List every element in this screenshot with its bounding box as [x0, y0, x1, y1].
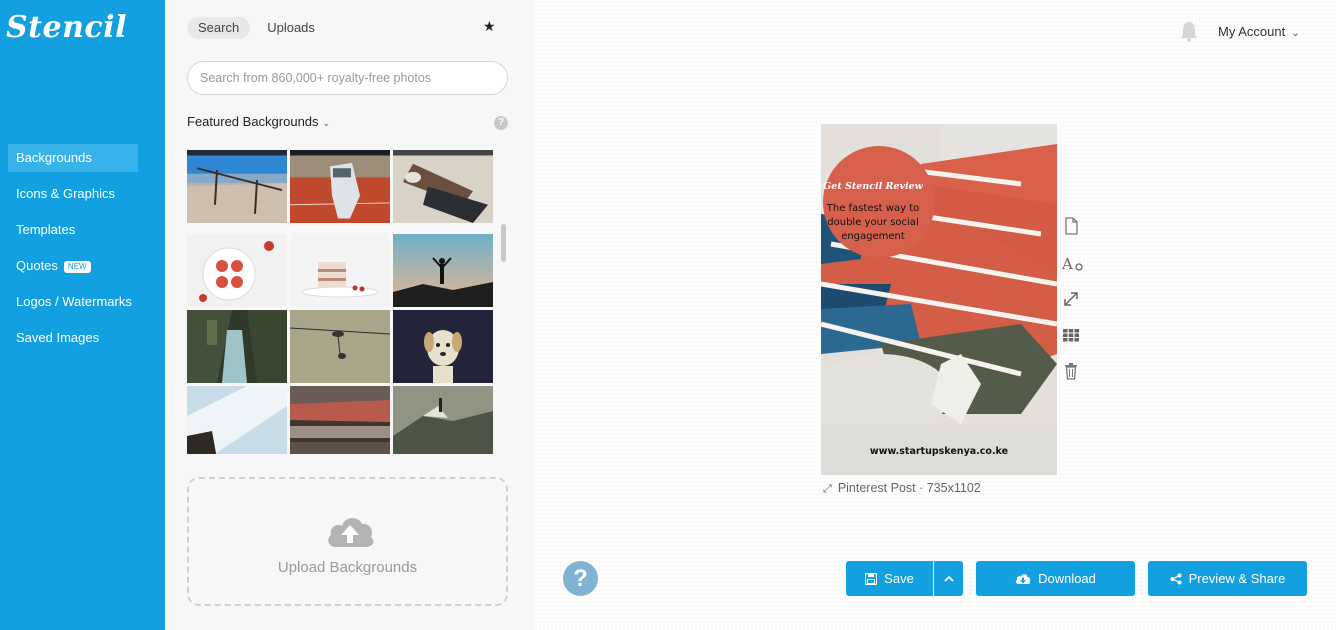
upload-label: Upload Backgrounds	[277, 559, 418, 576]
floppy-icon	[865, 572, 878, 585]
search-input[interactable]	[187, 61, 508, 95]
svg-text:A: A	[1062, 255, 1073, 273]
upload-backgrounds-dropzone[interactable]: Upload Backgrounds	[187, 477, 508, 606]
share-icon	[1170, 573, 1182, 584]
cloud-download-icon	[1016, 573, 1031, 584]
asset-panel: Search Uploads ★ Featured Backgrounds⌄ ?	[165, 0, 534, 630]
design-url-text[interactable]: www.startupskenya.co.ke	[821, 446, 1057, 457]
sidebar-item-label: Icons & Graphics	[16, 186, 115, 201]
design-title-text[interactable]: Get Stencil Review	[821, 181, 925, 192]
design-canvas[interactable]: Get Stencil Review The fastest way to do…	[821, 124, 1057, 475]
share-label: Preview & Share	[1188, 571, 1286, 586]
sidebar-item-templates[interactable]: Templates	[8, 216, 158, 244]
app-logo[interactable]: Stencil	[6, 10, 127, 45]
save-label: Save	[884, 571, 914, 586]
sidebar-item-quotes[interactable]: Quotes NEW	[8, 252, 158, 280]
account-label: My Account	[1218, 24, 1286, 39]
canvas-size-label: Pinterest Post · 735x1102	[837, 481, 981, 495]
resize-icon[interactable]	[1062, 290, 1080, 308]
background-thumbnail[interactable]	[393, 150, 493, 223]
design-subtitle-text[interactable]: The fastest way to double your social en…	[821, 202, 925, 244]
sidebar-item-label: Quotes	[16, 258, 58, 273]
new-badge: NEW	[63, 261, 91, 273]
sidebar-item-label: Logos / Watermarks	[16, 294, 132, 309]
sidebar: Stencil Backgrounds Icons & Graphics Tem…	[0, 0, 165, 630]
sidebar-item-backgrounds[interactable]: Backgrounds	[8, 144, 138, 172]
page-icon[interactable]	[1062, 217, 1080, 235]
background-thumbnail[interactable]	[187, 386, 287, 454]
design-background-image	[821, 124, 1057, 475]
grid-scrollbar[interactable]	[499, 150, 507, 454]
background-thumbnail[interactable]	[187, 310, 287, 383]
sidebar-item-label: Backgrounds	[16, 150, 92, 165]
background-thumbnail[interactable]	[393, 234, 493, 307]
section-title: Featured Backgrounds	[187, 114, 319, 129]
background-thumbnail[interactable]	[290, 310, 390, 383]
background-thumbnail[interactable]	[187, 150, 287, 223]
bell-icon[interactable]	[1180, 20, 1198, 42]
text-icon[interactable]: A	[1062, 255, 1084, 273]
chevron-down-icon: ⌄	[322, 118, 331, 128]
featured-backgrounds-dropdown[interactable]: Featured Backgrounds ⌄	[187, 114, 330, 129]
grid-scrollbar-thumb[interactable]	[501, 224, 506, 262]
trash-icon[interactable]	[1062, 362, 1080, 380]
save-options-button[interactable]	[934, 561, 963, 596]
my-account-menu[interactable]: My Account ⌄	[1218, 24, 1300, 39]
sidebar-item-saved-images[interactable]: Saved Images	[8, 324, 158, 352]
background-thumbnail[interactable]	[290, 386, 390, 454]
question-icon[interactable]: ?	[494, 116, 508, 130]
sidebar-item-logos-watermarks[interactable]: Logos / Watermarks	[8, 288, 158, 316]
download-button[interactable]: Download	[976, 561, 1135, 596]
background-thumbnail[interactable]	[393, 310, 493, 383]
background-thumbnail[interactable]	[393, 386, 493, 454]
design-subtitle-line: double your social	[827, 217, 919, 228]
background-thumbnail[interactable]	[187, 234, 287, 307]
chevron-down-icon: ⌄	[1291, 28, 1300, 39]
grid-icon[interactable]	[1062, 326, 1080, 344]
panel-tabs: Search Uploads	[187, 17, 326, 39]
background-thumbnail[interactable]	[290, 234, 390, 307]
sidebar-item-label: Saved Images	[16, 330, 100, 345]
background-grid	[187, 150, 493, 454]
sidebar-item-icons-graphics[interactable]: Icons & Graphics	[8, 180, 158, 208]
download-label: Download	[1038, 571, 1096, 586]
expand-icon: ⤢	[823, 483, 832, 495]
cloud-upload-icon	[328, 518, 374, 547]
sidebar-item-label: Templates	[16, 222, 76, 237]
tab-uploads[interactable]: Uploads	[256, 17, 326, 39]
sidebar-nav: Backgrounds Icons & Graphics Templates Q…	[8, 144, 158, 360]
design-subtitle-line: The fastest way to	[826, 203, 920, 214]
help-button[interactable]: ?	[563, 561, 598, 596]
tab-search[interactable]: Search	[187, 17, 251, 39]
canvas-size-selector[interactable]: ⤢ Pinterest Post · 735x1102	[823, 481, 981, 496]
preview-share-button[interactable]: Preview & Share	[1148, 561, 1307, 596]
star-icon[interactable]: ★	[483, 18, 496, 35]
background-thumbnail[interactable]	[290, 150, 390, 223]
chevron-up-icon	[943, 575, 954, 582]
save-button[interactable]: Save	[846, 561, 933, 596]
design-subtitle-line: engagement	[841, 231, 905, 242]
